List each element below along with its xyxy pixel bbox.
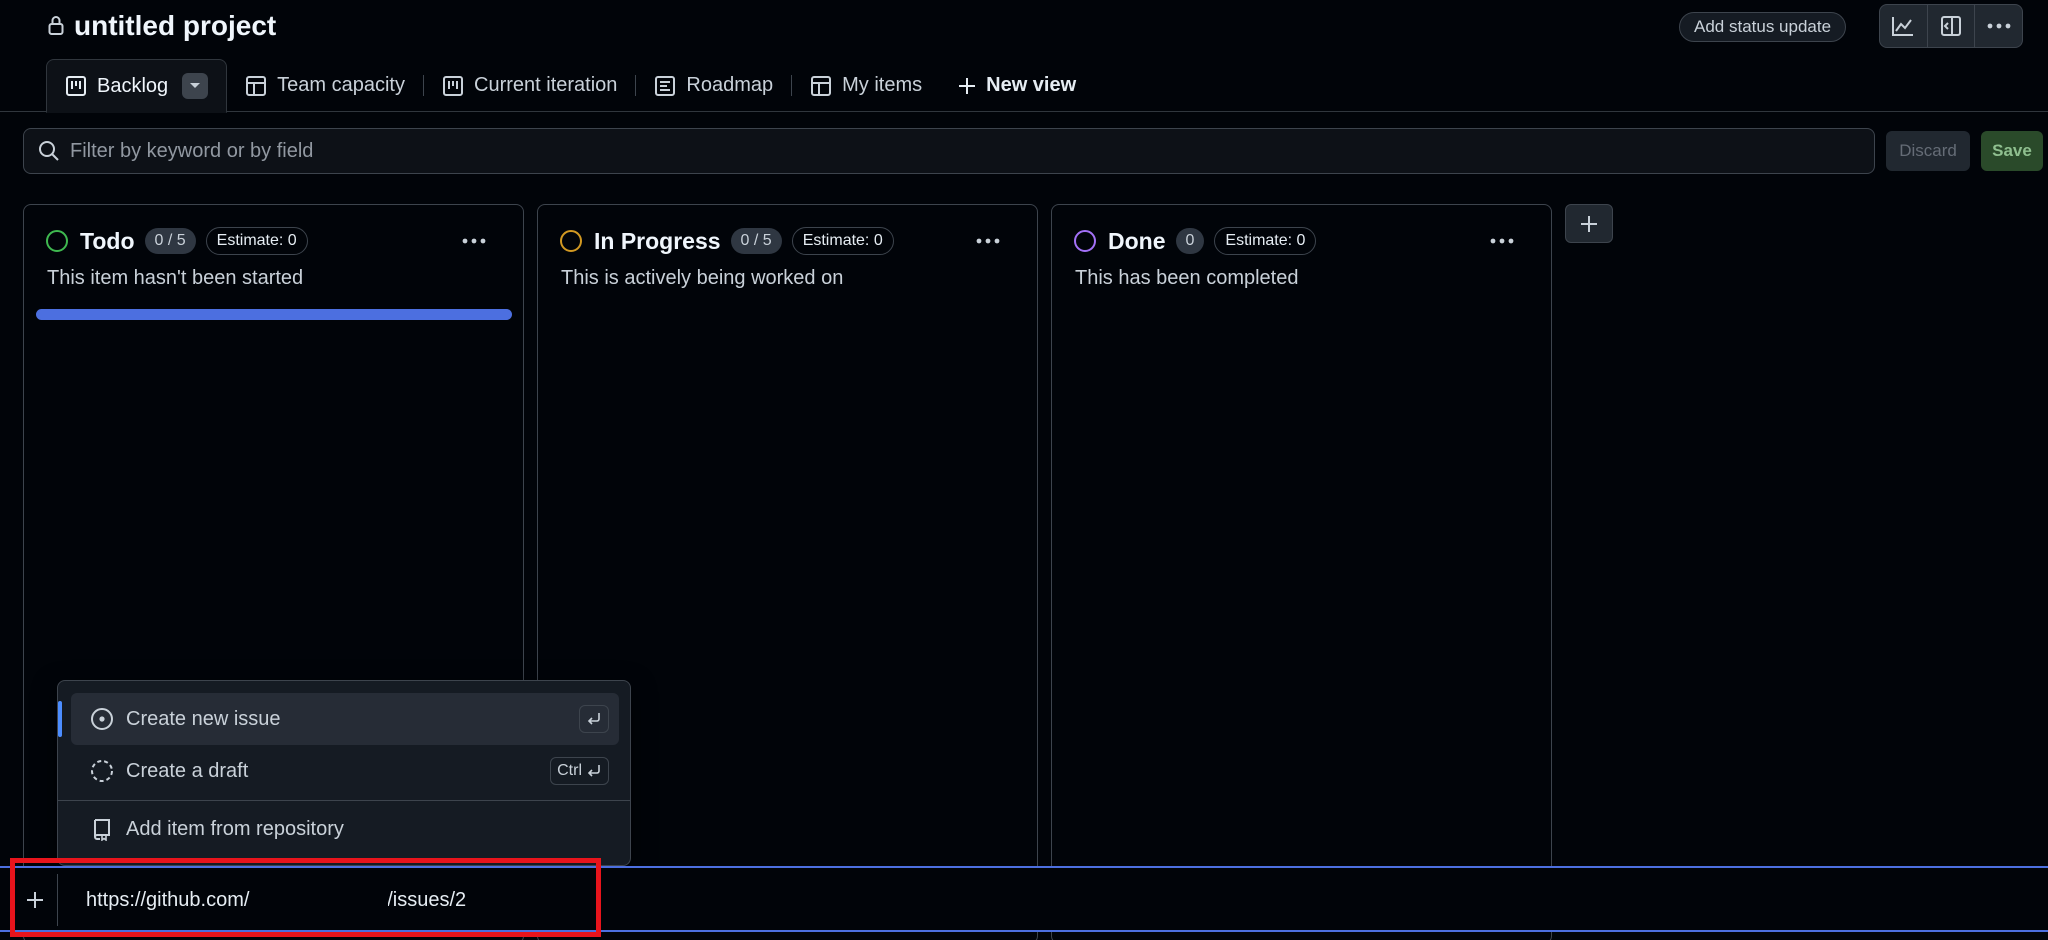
kebab-icon [1987, 23, 2011, 29]
chevron-down-icon [190, 83, 201, 88]
menu-divider [58, 800, 630, 801]
column-title: Todo [80, 227, 135, 254]
tab-label: Current iteration [474, 74, 618, 96]
roadmap-icon [655, 75, 676, 96]
tab-backlog[interactable]: Backlog [46, 59, 228, 113]
plus-icon [959, 77, 976, 94]
table-icon [811, 75, 832, 96]
column-options-button[interactable] [1485, 227, 1519, 255]
shortcut-label: Ctrl [557, 762, 582, 779]
column-description: This is actively being worked on [561, 267, 844, 289]
estimate-badge: Estimate: 0 [205, 227, 308, 255]
drop-indicator [36, 309, 512, 320]
redacted-username [258, 880, 388, 920]
side-panel-icon [1941, 16, 1961, 36]
add-item-menu: Create new issue Create a draft Ctrl Add… [57, 680, 631, 866]
new-view-button[interactable]: New view [940, 59, 1094, 112]
menu-item-label: Create a draft [126, 759, 249, 782]
column-description: This item hasn't been started [47, 267, 304, 289]
add-item-button[interactable] [12, 874, 58, 926]
issue-draft-icon [91, 760, 113, 782]
column-options-button[interactable] [457, 227, 491, 255]
plus-icon [1581, 215, 1597, 232]
issue-opened-icon [91, 708, 113, 730]
tab-label: My items [842, 74, 923, 96]
tab-team-capacity[interactable]: Team capacity [227, 59, 423, 112]
insights-button[interactable] [1880, 5, 1928, 47]
tab-label: Backlog [97, 74, 169, 97]
column-title: Done [1108, 227, 1166, 254]
column-options-button[interactable] [971, 227, 1005, 255]
project-toolbar [1879, 4, 2023, 48]
menu-item-label: Add item from repository [126, 817, 344, 840]
kebab-icon [976, 238, 1000, 244]
menu-item-label: Create new issue [126, 707, 281, 730]
table-icon [246, 75, 267, 96]
board-icon [66, 76, 86, 96]
column-header: In Progress 0 / 5 Estimate: 0 [560, 227, 894, 255]
tab-label: Roadmap [686, 74, 774, 96]
column-header: Done 0 Estimate: 0 [1074, 227, 1317, 255]
tab-label: Team capacity [277, 74, 405, 96]
ctrl-enter-shortcut: Ctrl [550, 757, 609, 785]
view-options-button[interactable] [182, 73, 209, 99]
tab-my-items[interactable]: My items [792, 59, 940, 112]
enter-shortcut [579, 705, 609, 733]
create-new-issue-option[interactable]: Create new issue [58, 693, 619, 745]
estimate-badge: Estimate: 0 [1214, 227, 1317, 255]
lock-icon [48, 14, 64, 38]
enter-key-icon [587, 713, 600, 725]
item-count-badge: 0 / 5 [730, 228, 782, 254]
column-header: Todo 0 / 5 Estimate: 0 [46, 227, 308, 255]
plus-icon [26, 892, 43, 908]
insights-icon [1892, 17, 1914, 36]
in-progress-status-icon [560, 230, 582, 252]
tab-label: New view [986, 74, 1077, 96]
kebab-icon [462, 238, 486, 244]
project-title[interactable]: untitled project [74, 10, 276, 42]
view-tabs: Backlog Team capacity Current iteration … [46, 59, 1094, 113]
search-icon [39, 141, 59, 161]
enter-key-icon [587, 765, 600, 777]
board-icon [443, 75, 463, 96]
more-options-button[interactable] [1975, 5, 2022, 47]
done-status-icon [1074, 230, 1096, 252]
add-column-button[interactable] [1565, 204, 1613, 243]
save-button[interactable]: Save [1981, 131, 2043, 171]
title-row: untitled project [48, 10, 276, 42]
column-title: In Progress [594, 227, 721, 254]
create-draft-option[interactable]: Create a draft Ctrl [71, 745, 619, 797]
side-panel-button[interactable] [1928, 5, 1976, 47]
discard-button[interactable]: Discard [1886, 131, 1970, 171]
column-description: This has been completed [1075, 267, 1299, 289]
add-status-update-button[interactable]: Add status update [1679, 12, 1847, 42]
item-count-badge: 0 [1175, 228, 1205, 254]
filter-bar[interactable] [23, 128, 1875, 174]
tab-current-iteration[interactable]: Current iteration [424, 59, 635, 112]
project-header: untitled project Add status update Backl… [0, 0, 2048, 113]
selection-indicator [58, 701, 62, 737]
add-from-repository-option[interactable]: Add item from repository [71, 803, 619, 855]
todo-status-icon [46, 230, 68, 252]
estimate-badge: Estimate: 0 [791, 227, 894, 255]
repo-icon [94, 819, 110, 841]
item-count-badge: 0 / 5 [144, 228, 196, 254]
tab-roadmap[interactable]: Roadmap [636, 59, 791, 112]
filter-input[interactable] [70, 139, 1770, 163]
column-done: Done 0 Estimate: 0 This has been complet… [1051, 204, 1552, 940]
kebab-icon [1490, 238, 1514, 244]
